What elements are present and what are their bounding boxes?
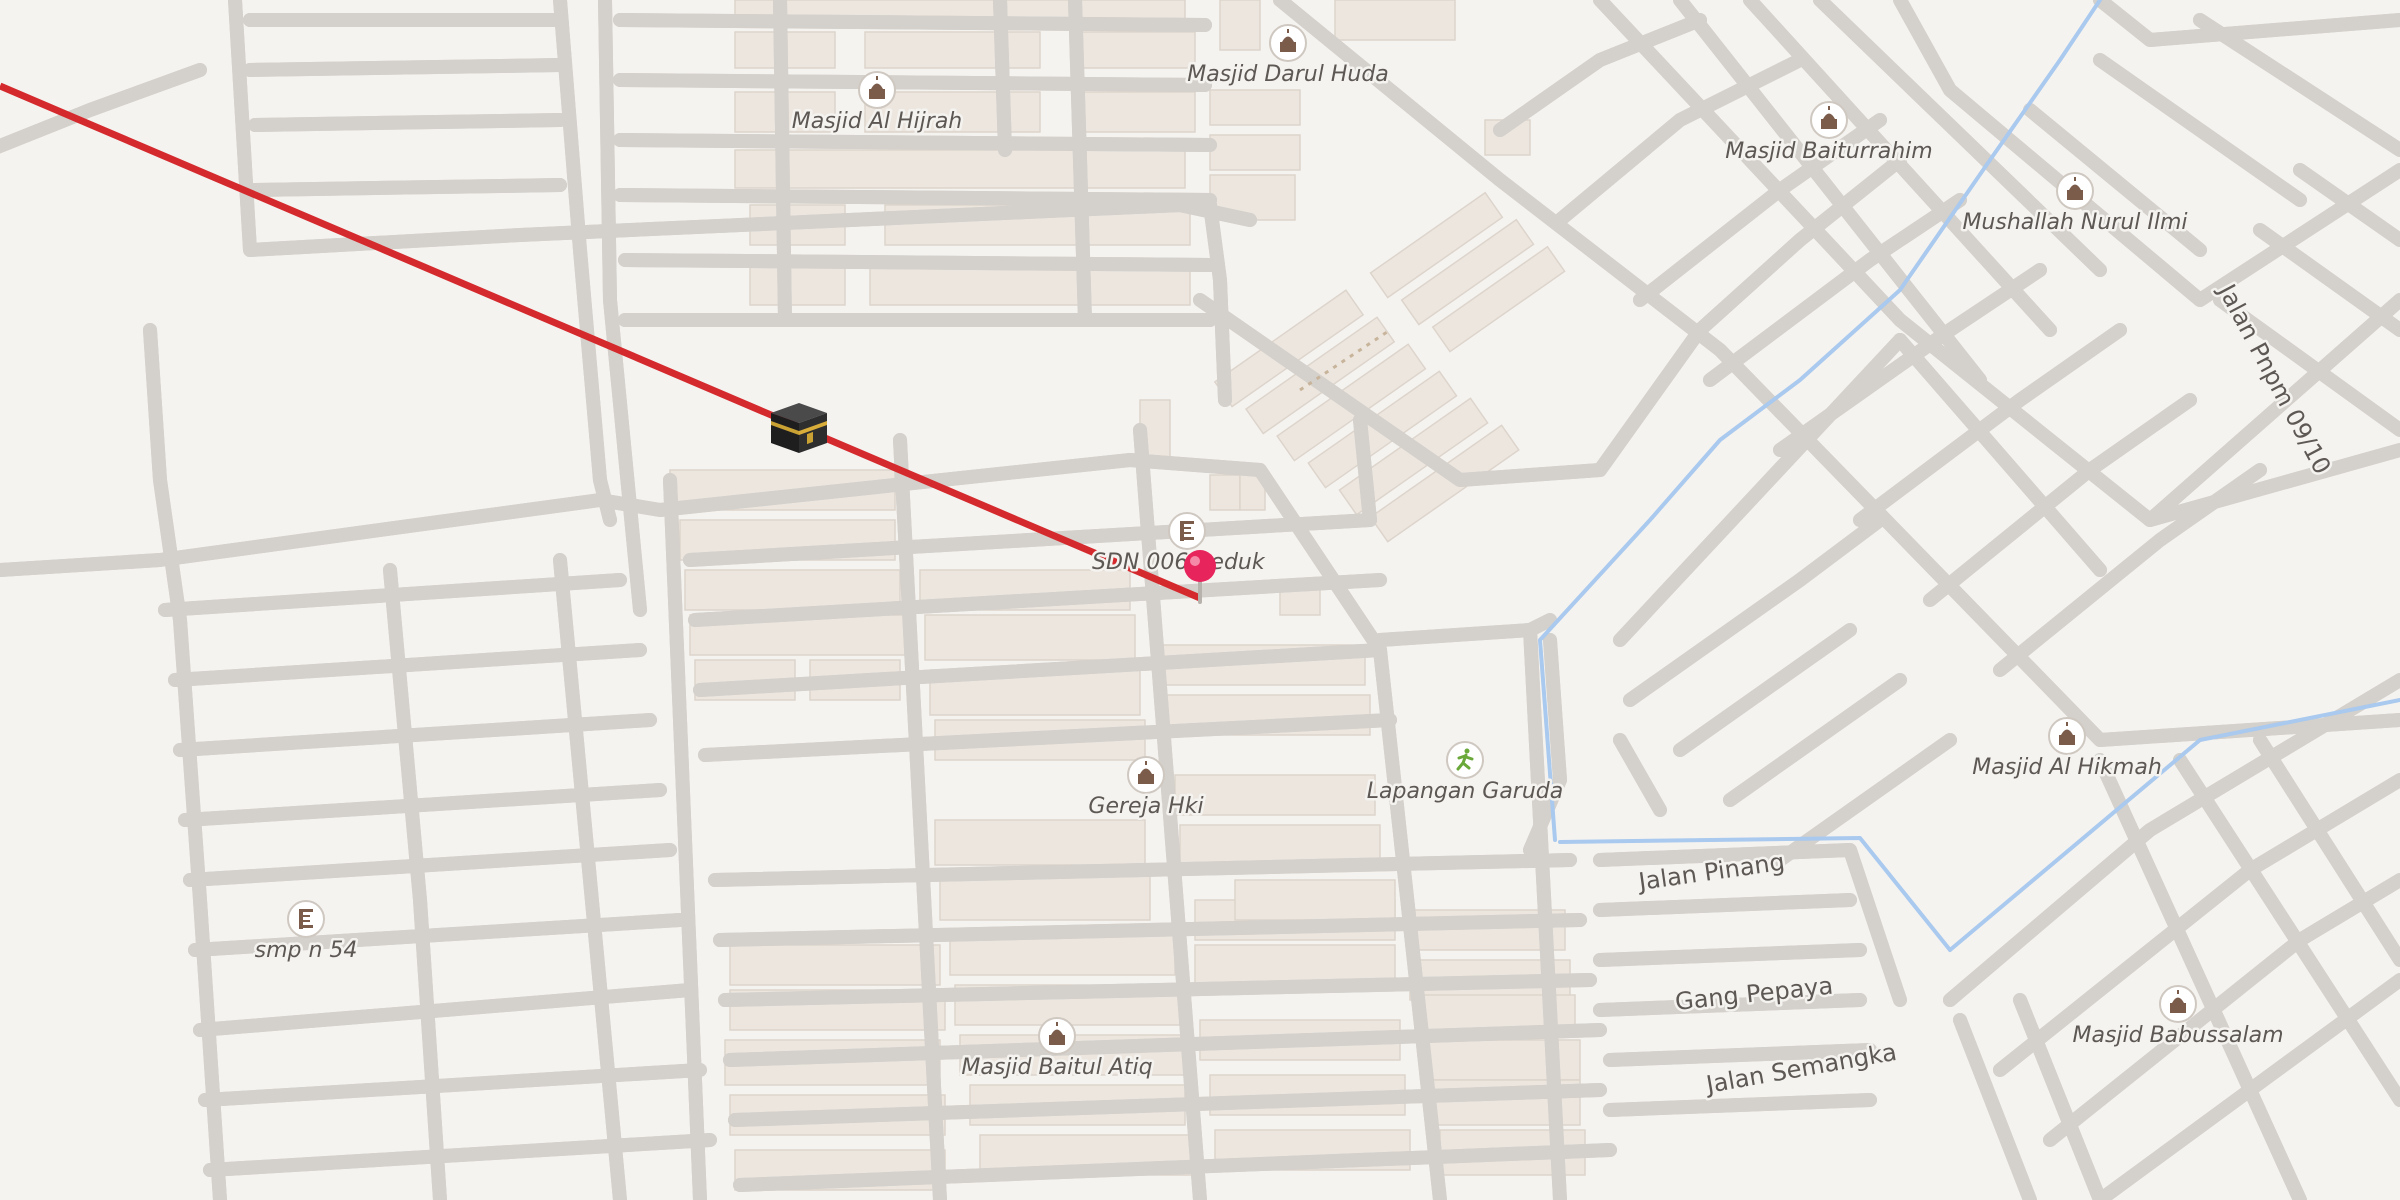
kaaba-icon[interactable] <box>771 403 827 453</box>
poi-label: SDN 006 Beduk <box>1092 550 1266 575</box>
poi-label: smp n 54 <box>255 938 358 963</box>
poi-label: Lapangan Garuda <box>1367 779 1563 804</box>
poi-label: Masjid Al Hijrah <box>792 109 963 134</box>
poi-label: Masjid Babussalam <box>2072 1023 2283 1048</box>
poi-label: Masjid Al Hikmah <box>1972 755 2162 780</box>
map-canvas[interactable]: Masjid Darul Huda Masjid Al Hijrah Masji… <box>0 0 2400 1200</box>
poi-label: Masjid Darul Huda <box>1187 62 1389 87</box>
poi-label: Gereja Hki <box>1088 794 1203 819</box>
poi-label: Mushallah Nurul Ilmi <box>1962 210 2187 235</box>
poi-label: Masjid Baitul Atiq <box>961 1055 1152 1080</box>
poi-label: Masjid Baiturrahim <box>1725 139 1932 164</box>
